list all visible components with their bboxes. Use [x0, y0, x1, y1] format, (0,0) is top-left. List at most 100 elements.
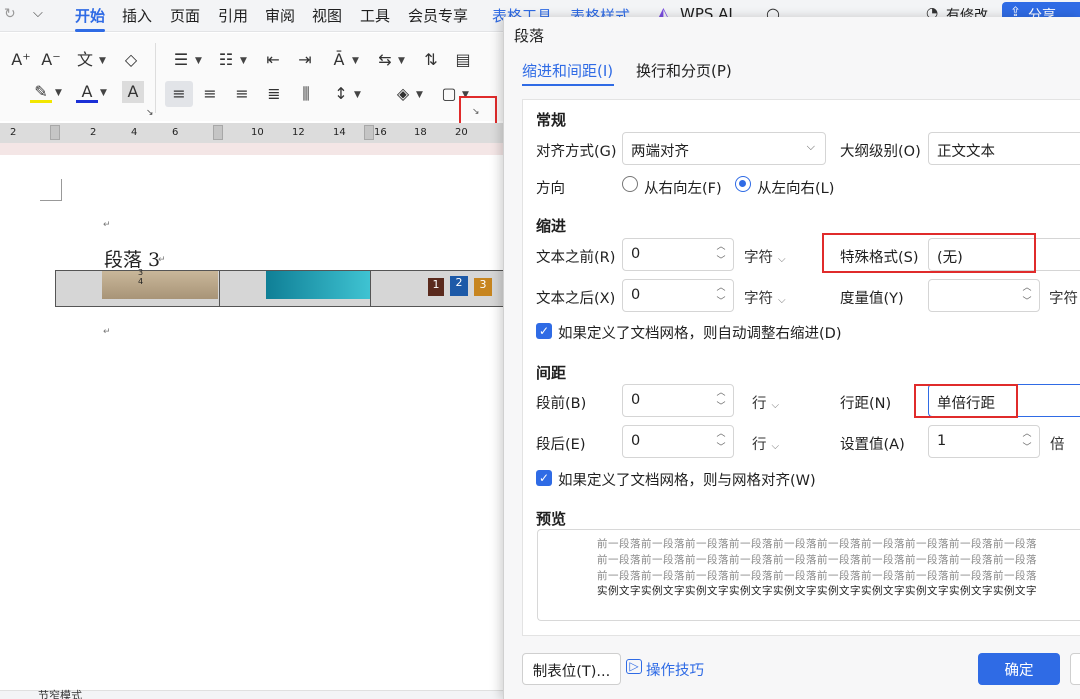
clear-format-icon[interactable]: ◇ [120, 49, 142, 71]
sort-icon[interactable]: ⇅ [420, 49, 442, 71]
font-color-icon[interactable]: A [76, 81, 98, 103]
text-direction-icon[interactable]: ⇆ [374, 49, 396, 71]
redo-icon[interactable]: ↻ [4, 6, 16, 22]
spinner-arrows-icon[interactable]: ︿ ﹀ [715, 386, 727, 414]
tab-indent-spacing[interactable]: 缩进和间距(I) [522, 60, 613, 81]
line-spacing-icon[interactable]: ↕ [330, 83, 352, 105]
character-shading-icon[interactable]: A [122, 81, 144, 103]
space-before-unit[interactable]: 行 ⌵ [752, 392, 779, 413]
space-before-input[interactable]: 0 ︿ ﹀ [622, 384, 734, 417]
chevron-down-icon[interactable]: ▼ [240, 56, 247, 66]
align-center-icon[interactable]: ≡ [199, 83, 221, 105]
distribute-icon[interactable]: ⫼ [295, 83, 317, 105]
auto-adjust-checkbox[interactable]: ✓ [536, 323, 552, 339]
space-after-input[interactable]: 0 ︿ ﹀ [622, 425, 734, 458]
outline-level-select[interactable]: 正文文本 [928, 132, 1080, 165]
chevron-down-icon[interactable]: ▼ [416, 90, 423, 100]
rtl-radio[interactable] [622, 176, 638, 192]
chevron-down-icon[interactable]: ▼ [398, 56, 405, 66]
menu-tab-insert[interactable]: 插入 [122, 5, 152, 26]
spinner-arrows-icon[interactable]: ︿ ﹀ [1021, 427, 1033, 455]
justify-icon[interactable]: ≣ [263, 83, 285, 105]
decrease-font-size-icon[interactable]: A⁻ [40, 49, 62, 71]
menu-tab-review[interactable]: 审阅 [265, 5, 295, 26]
numbered-list-icon[interactable]: ☷ [215, 49, 237, 71]
set-value-input[interactable]: 1 ︿ ﹀ [928, 425, 1040, 458]
chevron-down-icon[interactable]: ▼ [100, 88, 107, 98]
increase-indent-icon[interactable]: ⇥ [294, 49, 316, 71]
preview-line: 实例文字实例文字实例文字实例文字实例文字实例文字实例文字实例文字实例文字实例文字 [597, 585, 1037, 597]
increase-font-size-icon[interactable]: A⁺ [10, 49, 32, 71]
menu-tab-member[interactable]: 会员专享 [408, 5, 468, 26]
chevron-down-icon[interactable]: ▼ [195, 56, 202, 66]
image-number: 2 [450, 276, 468, 296]
shading-fill-icon[interactable]: ◈ [392, 83, 414, 105]
table-image-1[interactable]: 3 4 [102, 268, 218, 299]
tips-button[interactable]: ▷ 操作技巧 [626, 653, 726, 685]
ruler-cell-marker[interactable] [213, 125, 223, 140]
ok-button[interactable]: 确定 [978, 653, 1060, 685]
space-after-value: 0 [631, 433, 641, 449]
document-area[interactable]: ↵ 段落 3 ↵ 3 4 1 2 3 ↵ [0, 155, 505, 699]
chevron-down-icon[interactable]: ▼ [352, 56, 359, 66]
document-page[interactable]: ↵ 段落 3 ↵ 3 4 1 2 3 ↵ [0, 155, 505, 699]
chevron-down-icon[interactable]: ⌵ [33, 6, 43, 21]
status-mode-label[interactable]: 节窄模式 [38, 687, 82, 699]
table-cell-divider [370, 271, 371, 306]
bullet-list-icon[interactable]: ☰ [170, 49, 192, 71]
border-icon[interactable]: ▢ [438, 83, 460, 105]
font-dialog-launcher-icon[interactable]: ↘ [146, 108, 154, 118]
indent-after-input[interactable]: 0 ︿ ﹀ [622, 279, 734, 312]
cancel-button[interactable] [1070, 653, 1080, 685]
menu-tab-view[interactable]: 视图 [312, 5, 342, 26]
chevron-down-icon[interactable]: ▼ [55, 88, 62, 98]
menu-tab-home[interactable]: 开始 [75, 5, 106, 32]
table-image-2[interactable] [266, 271, 370, 299]
indent-after-unit[interactable]: 字符 ⌵ [744, 287, 786, 308]
menu-tab-reference[interactable]: 引用 [218, 5, 248, 26]
measure-input[interactable]: ︿ ﹀ [928, 279, 1040, 312]
indent-before-input[interactable]: 0 ︿ ﹀ [622, 238, 734, 271]
grid-align-label[interactable]: 如果定义了文档网格，则与网格对齐(W) [558, 469, 816, 490]
measure-unit[interactable]: 字符 [1049, 287, 1078, 308]
ltr-radio[interactable] [735, 176, 751, 192]
spinner-arrows-icon[interactable]: ︿ ﹀ [715, 427, 727, 455]
rtl-label[interactable]: 从右向左(F) [644, 177, 722, 198]
phonetic-guide-icon[interactable]: 文 [74, 49, 96, 71]
ltr-label[interactable]: 从左向右(L) [757, 177, 834, 198]
indent-before-label: 文本之前(R) [536, 250, 616, 266]
ruler-cell-marker[interactable] [364, 125, 374, 140]
decrease-indent-icon[interactable]: ⇤ [262, 49, 284, 71]
auto-adjust-label[interactable]: 如果定义了文档网格，则自动调整右缩进(D) [558, 322, 841, 343]
highlight-color-icon[interactable]: ✎ [30, 81, 52, 103]
spinner-arrows-icon[interactable]: ︿ ﹀ [715, 281, 727, 309]
tab-stops-button[interactable]: 制表位(T)... [522, 653, 621, 685]
chevron-down-icon[interactable]: ▼ [99, 56, 106, 66]
menu-tab-page[interactable]: 页面 [170, 5, 200, 26]
align-right-icon[interactable]: ≡ [231, 83, 253, 105]
horizontal-ruler[interactable]: 2 2 4 6 8 10 12 14 16 18 20 [0, 123, 505, 143]
paragraph-mark: ↵ [103, 220, 111, 230]
paragraph-dialog: 段落 缩进和间距(I) 换行和分页(P) 常规 对齐方式(G) 两端对齐 ⌵ 大… [503, 17, 1080, 699]
ruler-number: 20 [455, 127, 468, 138]
table-image-3[interactable]: 1 2 3 [426, 276, 496, 298]
menu-tab-tools[interactable]: 工具 [360, 5, 390, 26]
indent-before-unit[interactable]: 字符 ⌵ [744, 246, 786, 267]
align-left-icon[interactable]: ≡ [168, 83, 190, 105]
space-after-label: 段后(E) [536, 437, 586, 453]
show-marks-icon[interactable]: ▤ [452, 49, 474, 71]
chevron-down-icon[interactable]: ▼ [354, 90, 361, 100]
character-spacing-icon[interactable]: Ā [328, 49, 350, 71]
alignment-select[interactable]: 两端对齐 ⌵ [622, 132, 826, 165]
grid-align-checkbox[interactable]: ✓ [536, 470, 552, 486]
image-table[interactable]: 3 4 1 2 3 [55, 268, 505, 307]
tab-line-page-breaks[interactable]: 换行和分页(P) [636, 60, 732, 81]
spinner-arrows-icon[interactable]: ︿ ﹀ [715, 240, 727, 268]
image-number: 4 [138, 277, 144, 286]
spinner-arrows-icon[interactable]: ︿ ﹀ [1021, 281, 1033, 309]
space-after-unit[interactable]: 行 ⌵ [752, 433, 779, 454]
image-number: 3 [138, 268, 144, 277]
ruler-left-margin-marker[interactable] [50, 125, 60, 140]
dialog-title: 段落 [514, 27, 545, 45]
paragraph-heading[interactable]: 段落 3 [104, 245, 160, 272]
